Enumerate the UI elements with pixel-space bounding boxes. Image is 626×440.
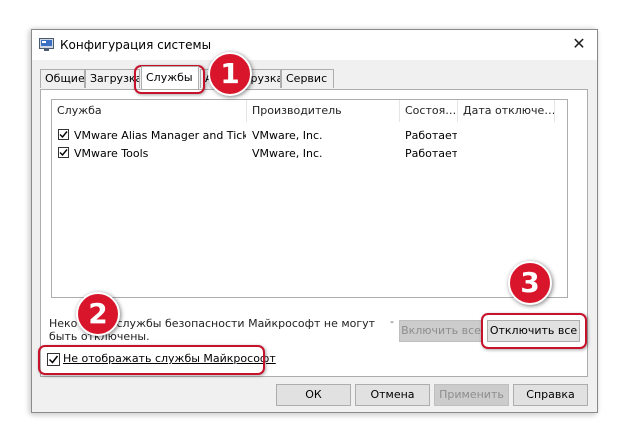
help-button[interactable]: Справка xyxy=(513,384,588,406)
disable-all-highlight xyxy=(481,313,587,349)
column-header-manufacturer[interactable]: Производитель xyxy=(247,100,400,122)
table-row[interactable]: VMware Alias Manager and Ticke… VMware, … xyxy=(52,127,567,144)
close-icon[interactable]: ✕ xyxy=(567,33,591,55)
service-checkbox[interactable] xyxy=(58,147,69,158)
title-bar[interactable]: Конфигурация системы ✕ xyxy=(32,30,597,60)
step-badge-3: 3 xyxy=(508,261,552,305)
apply-button[interactable]: Применить xyxy=(434,384,509,406)
service-manufacturer: VMware, Inc. xyxy=(252,147,323,160)
msconfig-app-icon xyxy=(39,38,54,51)
column-header-date-disabled[interactable]: Дата отключе… xyxy=(458,100,555,122)
tab-boot[interactable]: Загрузка xyxy=(85,69,140,88)
window-title: Конфигурация системы xyxy=(60,38,212,52)
tab-label: Общие xyxy=(45,72,85,85)
step-badge-1: 1 xyxy=(208,52,252,96)
tab-label: Сервис xyxy=(286,72,328,85)
separator-dash: - xyxy=(390,315,394,328)
step-badge-2: 2 xyxy=(76,292,120,336)
tab-services[interactable]: Службы xyxy=(141,66,199,89)
hide-microsoft-checkbox-highlight xyxy=(38,345,265,375)
tab-tools[interactable]: Сервис xyxy=(281,69,334,88)
tab-label: Загрузка xyxy=(90,72,140,85)
checkmark-icon xyxy=(59,149,68,157)
service-status: Работает xyxy=(405,147,457,160)
service-name: VMware Tools xyxy=(74,147,149,160)
service-name: VMware Alias Manager and Ticke… xyxy=(74,129,246,142)
tab-general[interactable]: Общие xyxy=(40,69,85,88)
service-checkbox[interactable] xyxy=(58,129,69,140)
service-manufacturer: VMware, Inc. xyxy=(252,129,323,142)
ok-button[interactable]: ОК xyxy=(276,384,351,406)
checkmark-icon xyxy=(59,131,68,139)
service-status: Работает xyxy=(405,129,457,142)
column-header-service[interactable]: Служба xyxy=(52,100,247,122)
cancel-button[interactable]: Отмена xyxy=(355,384,430,406)
enable-all-button[interactable]: Включить все xyxy=(399,320,483,342)
services-list[interactable]: Служба Производитель Состоя… Дата отключ… xyxy=(51,99,568,298)
column-header-status[interactable]: Состоя… xyxy=(400,100,458,122)
tab-label: Службы xyxy=(146,71,193,84)
table-row[interactable]: VMware Tools VMware, Inc. Работает xyxy=(52,145,567,162)
